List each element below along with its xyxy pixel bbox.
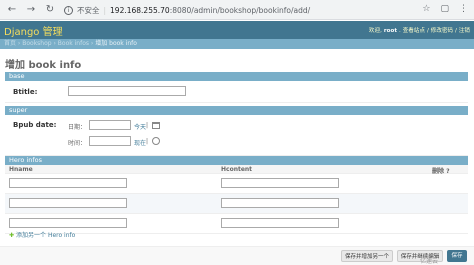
date-label: 日期： [68,124,87,131]
hcontent-input[interactable] [221,178,339,188]
fieldset-caption: super [5,106,468,115]
menu-icon[interactable]: ⋮ [459,4,468,14]
hero-inline: Hero infos Hname Hcontent 删除 ? [5,156,468,234]
bpub-date-label: Bpub date: [13,121,57,129]
submit-row: 保存并增加另一个 保存并继续编辑 保存 亿速云 [0,246,474,265]
breadcrumb-home[interactable]: 首页 [4,40,16,47]
username: root [383,28,398,34]
date-input[interactable] [89,120,131,130]
bpub-date-row: Bpub date: 日期： 今天 | 时间： 现在 | [5,115,468,156]
add-icon: ✚ [9,232,15,239]
btitle-label: Btitle: [13,88,38,96]
folder-icon[interactable]: ▢ [440,4,449,14]
time-input[interactable] [89,136,131,146]
save-button[interactable]: 保存 [447,250,467,262]
hname-input[interactable] [9,178,127,188]
address-separator: | [103,5,107,15]
breadcrumb-app[interactable]: Bookshop [22,40,51,47]
hname-input[interactable] [9,198,127,208]
back-icon[interactable]: ← [5,3,19,17]
btitle-input[interactable] [68,86,186,96]
table-row [5,174,468,194]
time-label: 时间： [68,140,87,147]
address-bar[interactable]: i 不安全 | 192.168.255.70 :8080/admin/books… [64,3,354,17]
welcome-text: 欢迎, [368,28,382,34]
inline-caption: Hero infos [5,156,468,165]
today-link[interactable]: 今天 [134,122,146,131]
hcontent-input[interactable] [221,198,339,208]
user-tools: 欢迎, root . 查看站点 / 修改密码 / 注销 [369,26,470,34]
page-title: 增加 book info [5,60,82,71]
table-row [5,194,468,214]
breadcrumb-model[interactable]: Book infos [58,40,89,47]
watermark: 亿速云 [420,258,439,265]
calendar-icon[interactable] [152,122,160,129]
add-another-label: 添加另一个 Hero info [16,232,76,239]
url-path: :8080/admin/bookshop/bookinfo/add/ [169,5,311,15]
inline-table-header: Hname Hcontent 删除 ? [5,165,468,175]
breadcrumb: 首页 › Bookshop › Book infos › 增加 book inf… [0,39,474,49]
now-separator: | [146,138,149,145]
site-title[interactable]: Django 管理 [4,23,63,38]
add-another-link[interactable]: ✚ 添加另一个 Hero info [9,230,75,239]
reload-icon[interactable]: ↻ [43,3,57,17]
admin-header: Django 管理 欢迎, root . 查看站点 / 修改密码 / 注销 [0,21,474,39]
btitle-row: Btitle: [5,81,468,103]
url-host: 192.168.255.70 [110,5,170,15]
now-link[interactable]: 现在 [134,138,146,147]
base-fieldset: base Btitle: [5,72,468,103]
info-icon[interactable]: i [64,5,73,15]
hcontent-input[interactable] [221,218,339,228]
star-icon[interactable]: ☆ [422,4,430,14]
fieldset-caption: base [5,72,468,81]
browser-toolbar: ← → ↻ i 不安全 | 192.168.255.70 :8080/admin… [0,0,474,20]
super-fieldset: super Bpub date: 日期： 今天 | 时间： 现在 | [5,106,468,156]
user-links[interactable]: . 查看站点 / 修改密码 / 注销 [399,28,470,34]
hname-input[interactable] [9,218,127,228]
forward-icon[interactable]: → [24,3,38,17]
column-hcontent: Hcontent [221,166,253,173]
security-label: 不安全 [77,5,100,15]
clock-icon[interactable] [152,137,160,145]
today-separator: | [146,122,149,129]
breadcrumb-current: 增加 book info [95,40,137,47]
save-add-another-button[interactable]: 保存并增加另一个 [341,250,393,262]
browser-actions: ☆ ▢ ⋮ [422,4,468,14]
column-hname: Hname [9,166,33,173]
